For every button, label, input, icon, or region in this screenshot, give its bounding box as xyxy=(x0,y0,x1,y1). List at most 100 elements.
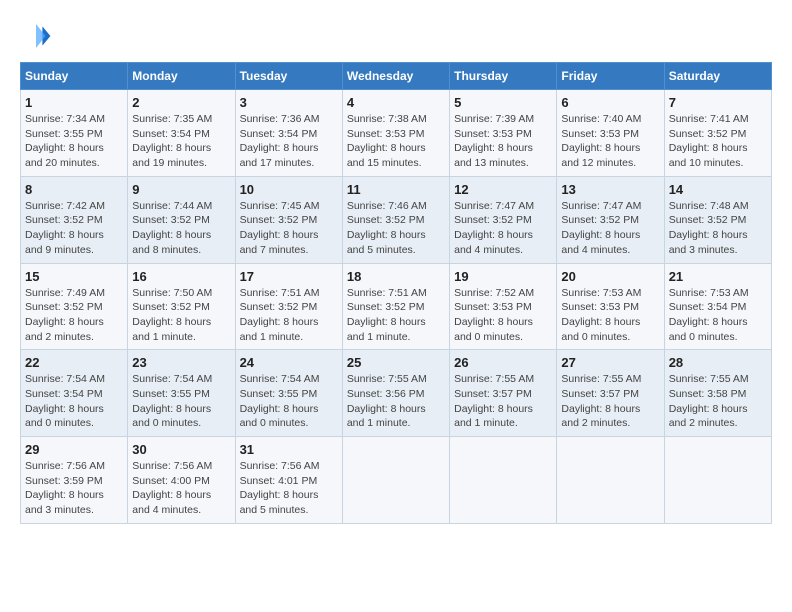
day-number: 23 xyxy=(132,355,230,370)
day-detail: Sunrise: 7:53 AMSunset: 3:53 PMDaylight:… xyxy=(561,286,659,345)
day-detail: Sunrise: 7:35 AMSunset: 3:54 PMDaylight:… xyxy=(132,112,230,171)
calendar-cell: 31Sunrise: 7:56 AMSunset: 4:01 PMDayligh… xyxy=(235,437,342,524)
calendar-cell xyxy=(450,437,557,524)
header xyxy=(20,20,772,52)
day-detail: Sunrise: 7:47 AMSunset: 3:52 PMDaylight:… xyxy=(561,199,659,258)
calendar-cell: 21 Sunrise: 7:53 AMSunset: 3:54 PMDayligh… xyxy=(664,263,771,350)
calendar-cell: 22 Sunrise: 7:54 AMSunset: 3:54 PMDayligh… xyxy=(21,350,128,437)
day-number: 13 xyxy=(561,182,659,197)
calendar-cell: 14 Sunrise: 7:48 AMSunset: 3:52 PMDayligh… xyxy=(664,176,771,263)
calendar-week-row: 8 Sunrise: 7:42 AMSunset: 3:52 PMDaylight… xyxy=(21,176,772,263)
calendar-cell: 19 Sunrise: 7:52 AMSunset: 3:53 PMDayligh… xyxy=(450,263,557,350)
weekday-header: Friday xyxy=(557,63,664,90)
day-detail: Sunrise: 7:55 AMSunset: 3:58 PMDaylight:… xyxy=(669,372,767,431)
calendar-cell: 10 Sunrise: 7:45 AMSunset: 3:52 PMDayligh… xyxy=(235,176,342,263)
day-detail: Sunrise: 7:56 AMSunset: 4:01 PMDaylight:… xyxy=(240,459,338,518)
calendar-cell: 13 Sunrise: 7:47 AMSunset: 3:52 PMDayligh… xyxy=(557,176,664,263)
day-number: 3 xyxy=(240,95,338,110)
calendar-week-row: 1 Sunrise: 7:34 AMSunset: 3:55 PMDaylight… xyxy=(21,90,772,177)
calendar-cell: 15 Sunrise: 7:49 AMSunset: 3:52 PMDayligh… xyxy=(21,263,128,350)
day-detail: Sunrise: 7:52 AMSunset: 3:53 PMDaylight:… xyxy=(454,286,552,345)
day-number: 16 xyxy=(132,269,230,284)
day-detail: Sunrise: 7:34 AMSunset: 3:55 PMDaylight:… xyxy=(25,112,123,171)
weekday-header: Monday xyxy=(128,63,235,90)
calendar-cell: 4 Sunrise: 7:38 AMSunset: 3:53 PMDaylight… xyxy=(342,90,449,177)
day-detail: Sunrise: 7:56 AMSunset: 4:00 PMDaylight:… xyxy=(132,459,230,518)
day-number: 30 xyxy=(132,442,230,457)
logo xyxy=(20,20,56,52)
calendar-cell: 28 Sunrise: 7:55 AMSunset: 3:58 PMDayligh… xyxy=(664,350,771,437)
day-detail: Sunrise: 7:45 AMSunset: 3:52 PMDaylight:… xyxy=(240,199,338,258)
day-number: 7 xyxy=(669,95,767,110)
calendar-cell: 16 Sunrise: 7:50 AMSunset: 3:52 PMDayligh… xyxy=(128,263,235,350)
day-number: 12 xyxy=(454,182,552,197)
day-detail: Sunrise: 7:54 AMSunset: 3:55 PMDaylight:… xyxy=(240,372,338,431)
day-detail: Sunrise: 7:38 AMSunset: 3:53 PMDaylight:… xyxy=(347,112,445,171)
weekday-header-row: SundayMondayTuesdayWednesdayThursdayFrid… xyxy=(21,63,772,90)
calendar-cell xyxy=(664,437,771,524)
calendar-cell: 2 Sunrise: 7:35 AMSunset: 3:54 PMDaylight… xyxy=(128,90,235,177)
calendar-cell: 30 Sunrise: 7:56 AMSunset: 4:00 PMDayligh… xyxy=(128,437,235,524)
day-detail: Sunrise: 7:48 AMSunset: 3:52 PMDaylight:… xyxy=(669,199,767,258)
weekday-header: Wednesday xyxy=(342,63,449,90)
day-number: 28 xyxy=(669,355,767,370)
day-detail: Sunrise: 7:54 AMSunset: 3:55 PMDaylight:… xyxy=(132,372,230,431)
day-detail: Sunrise: 7:56 AMSunset: 3:59 PMDaylight:… xyxy=(25,459,123,518)
calendar-cell: 29 Sunrise: 7:56 AMSunset: 3:59 PMDayligh… xyxy=(21,437,128,524)
day-number: 27 xyxy=(561,355,659,370)
day-number: 14 xyxy=(669,182,767,197)
day-number: 11 xyxy=(347,182,445,197)
day-number: 15 xyxy=(25,269,123,284)
calendar-cell: 23 Sunrise: 7:54 AMSunset: 3:55 PMDayligh… xyxy=(128,350,235,437)
day-number: 9 xyxy=(132,182,230,197)
calendar-week-row: 15 Sunrise: 7:49 AMSunset: 3:52 PMDayligh… xyxy=(21,263,772,350)
day-number: 21 xyxy=(669,269,767,284)
day-number: 17 xyxy=(240,269,338,284)
day-number: 29 xyxy=(25,442,123,457)
calendar-cell: 6 Sunrise: 7:40 AMSunset: 3:53 PMDaylight… xyxy=(557,90,664,177)
day-detail: Sunrise: 7:40 AMSunset: 3:53 PMDaylight:… xyxy=(561,112,659,171)
calendar-cell: 3 Sunrise: 7:36 AMSunset: 3:54 PMDaylight… xyxy=(235,90,342,177)
day-detail: Sunrise: 7:54 AMSunset: 3:54 PMDaylight:… xyxy=(25,372,123,431)
calendar-cell: 20Sunrise: 7:53 AMSunset: 3:53 PMDayligh… xyxy=(557,263,664,350)
day-detail: Sunrise: 7:47 AMSunset: 3:52 PMDaylight:… xyxy=(454,199,552,258)
calendar-cell: 24Sunrise: 7:54 AMSunset: 3:55 PMDayligh… xyxy=(235,350,342,437)
calendar-cell: 8 Sunrise: 7:42 AMSunset: 3:52 PMDaylight… xyxy=(21,176,128,263)
day-detail: Sunrise: 7:39 AMSunset: 3:53 PMDaylight:… xyxy=(454,112,552,171)
calendar-cell: 18Sunrise: 7:51 AMSunset: 3:52 PMDayligh… xyxy=(342,263,449,350)
calendar-cell: 27 Sunrise: 7:55 AMSunset: 3:57 PMDayligh… xyxy=(557,350,664,437)
day-number: 25 xyxy=(347,355,445,370)
day-detail: Sunrise: 7:42 AMSunset: 3:52 PMDaylight:… xyxy=(25,199,123,258)
weekday-header: Tuesday xyxy=(235,63,342,90)
day-number: 19 xyxy=(454,269,552,284)
day-number: 1 xyxy=(25,95,123,110)
weekday-header: Saturday xyxy=(664,63,771,90)
weekday-header: Sunday xyxy=(21,63,128,90)
calendar-week-row: 22 Sunrise: 7:54 AMSunset: 3:54 PMDayligh… xyxy=(21,350,772,437)
calendar-cell: 17 Sunrise: 7:51 AMSunset: 3:52 PMDayligh… xyxy=(235,263,342,350)
day-number: 10 xyxy=(240,182,338,197)
day-number: 2 xyxy=(132,95,230,110)
day-number: 6 xyxy=(561,95,659,110)
day-detail: Sunrise: 7:53 AMSunset: 3:54 PMDaylight:… xyxy=(669,286,767,345)
calendar-cell: 7 Sunrise: 7:41 AMSunset: 3:52 PMDaylight… xyxy=(664,90,771,177)
day-detail: Sunrise: 7:46 AMSunset: 3:52 PMDaylight:… xyxy=(347,199,445,258)
day-detail: Sunrise: 7:41 AMSunset: 3:52 PMDaylight:… xyxy=(669,112,767,171)
day-detail: Sunrise: 7:55 AMSunset: 3:57 PMDaylight:… xyxy=(561,372,659,431)
calendar-cell xyxy=(557,437,664,524)
logo-icon xyxy=(20,20,52,52)
day-detail: Sunrise: 7:49 AMSunset: 3:52 PMDaylight:… xyxy=(25,286,123,345)
calendar-cell: 12 Sunrise: 7:47 AMSunset: 3:52 PMDayligh… xyxy=(450,176,557,263)
day-detail: Sunrise: 7:51 AMSunset: 3:52 PMDaylight:… xyxy=(347,286,445,345)
day-number: 4 xyxy=(347,95,445,110)
day-number: 5 xyxy=(454,95,552,110)
calendar-cell: 1 Sunrise: 7:34 AMSunset: 3:55 PMDaylight… xyxy=(21,90,128,177)
day-detail: Sunrise: 7:50 AMSunset: 3:52 PMDaylight:… xyxy=(132,286,230,345)
day-number: 26 xyxy=(454,355,552,370)
day-detail: Sunrise: 7:36 AMSunset: 3:54 PMDaylight:… xyxy=(240,112,338,171)
day-number: 22 xyxy=(25,355,123,370)
calendar-cell xyxy=(342,437,449,524)
day-number: 8 xyxy=(25,182,123,197)
day-detail: Sunrise: 7:51 AMSunset: 3:52 PMDaylight:… xyxy=(240,286,338,345)
calendar-cell: 9Sunrise: 7:44 AMSunset: 3:52 PMDaylight… xyxy=(128,176,235,263)
